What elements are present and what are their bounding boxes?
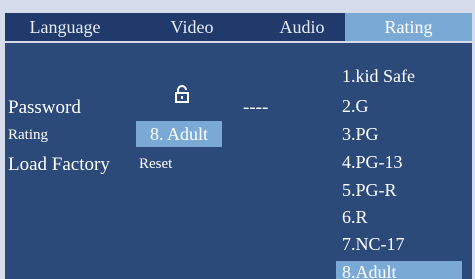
rating-option-2[interactable]: 2.G bbox=[336, 95, 462, 117]
load-factory-label: Load Factory bbox=[8, 154, 110, 175]
unlocked-padlock-icon[interactable] bbox=[173, 85, 191, 103]
tab-bar: Language Video Audio Rating bbox=[5, 13, 472, 41]
rating-settings-panel: Password ---- Rating 8. Adult Load Facto… bbox=[5, 43, 472, 279]
rating-value-field[interactable]: 8. Adult bbox=[136, 121, 222, 147]
tab-language[interactable]: Language bbox=[5, 13, 125, 41]
tab-audio[interactable]: Audio bbox=[257, 13, 347, 41]
password-label: Password bbox=[8, 97, 81, 118]
tab-rating[interactable]: Rating bbox=[345, 13, 472, 41]
rating-option-1[interactable]: 1.kid Safe bbox=[336, 65, 462, 87]
dvd-setup-menu: Language Video Audio Rating Password ---… bbox=[0, 0, 475, 279]
reset-button[interactable]: Reset bbox=[139, 156, 172, 173]
tab-video[interactable]: Video bbox=[137, 13, 247, 41]
rating-option-5[interactable]: 5.PG-R bbox=[336, 179, 462, 201]
rating-label: Rating bbox=[8, 127, 48, 143]
rating-option-8[interactable]: 8.Adult bbox=[336, 261, 462, 279]
rating-option-4[interactable]: 4.PG-13 bbox=[336, 151, 462, 173]
rating-option-3[interactable]: 3.PG bbox=[336, 123, 462, 145]
password-value[interactable]: ---- bbox=[243, 97, 268, 119]
rating-option-6[interactable]: 6.R bbox=[336, 206, 462, 228]
rating-option-7[interactable]: 7.NC-17 bbox=[336, 233, 462, 255]
